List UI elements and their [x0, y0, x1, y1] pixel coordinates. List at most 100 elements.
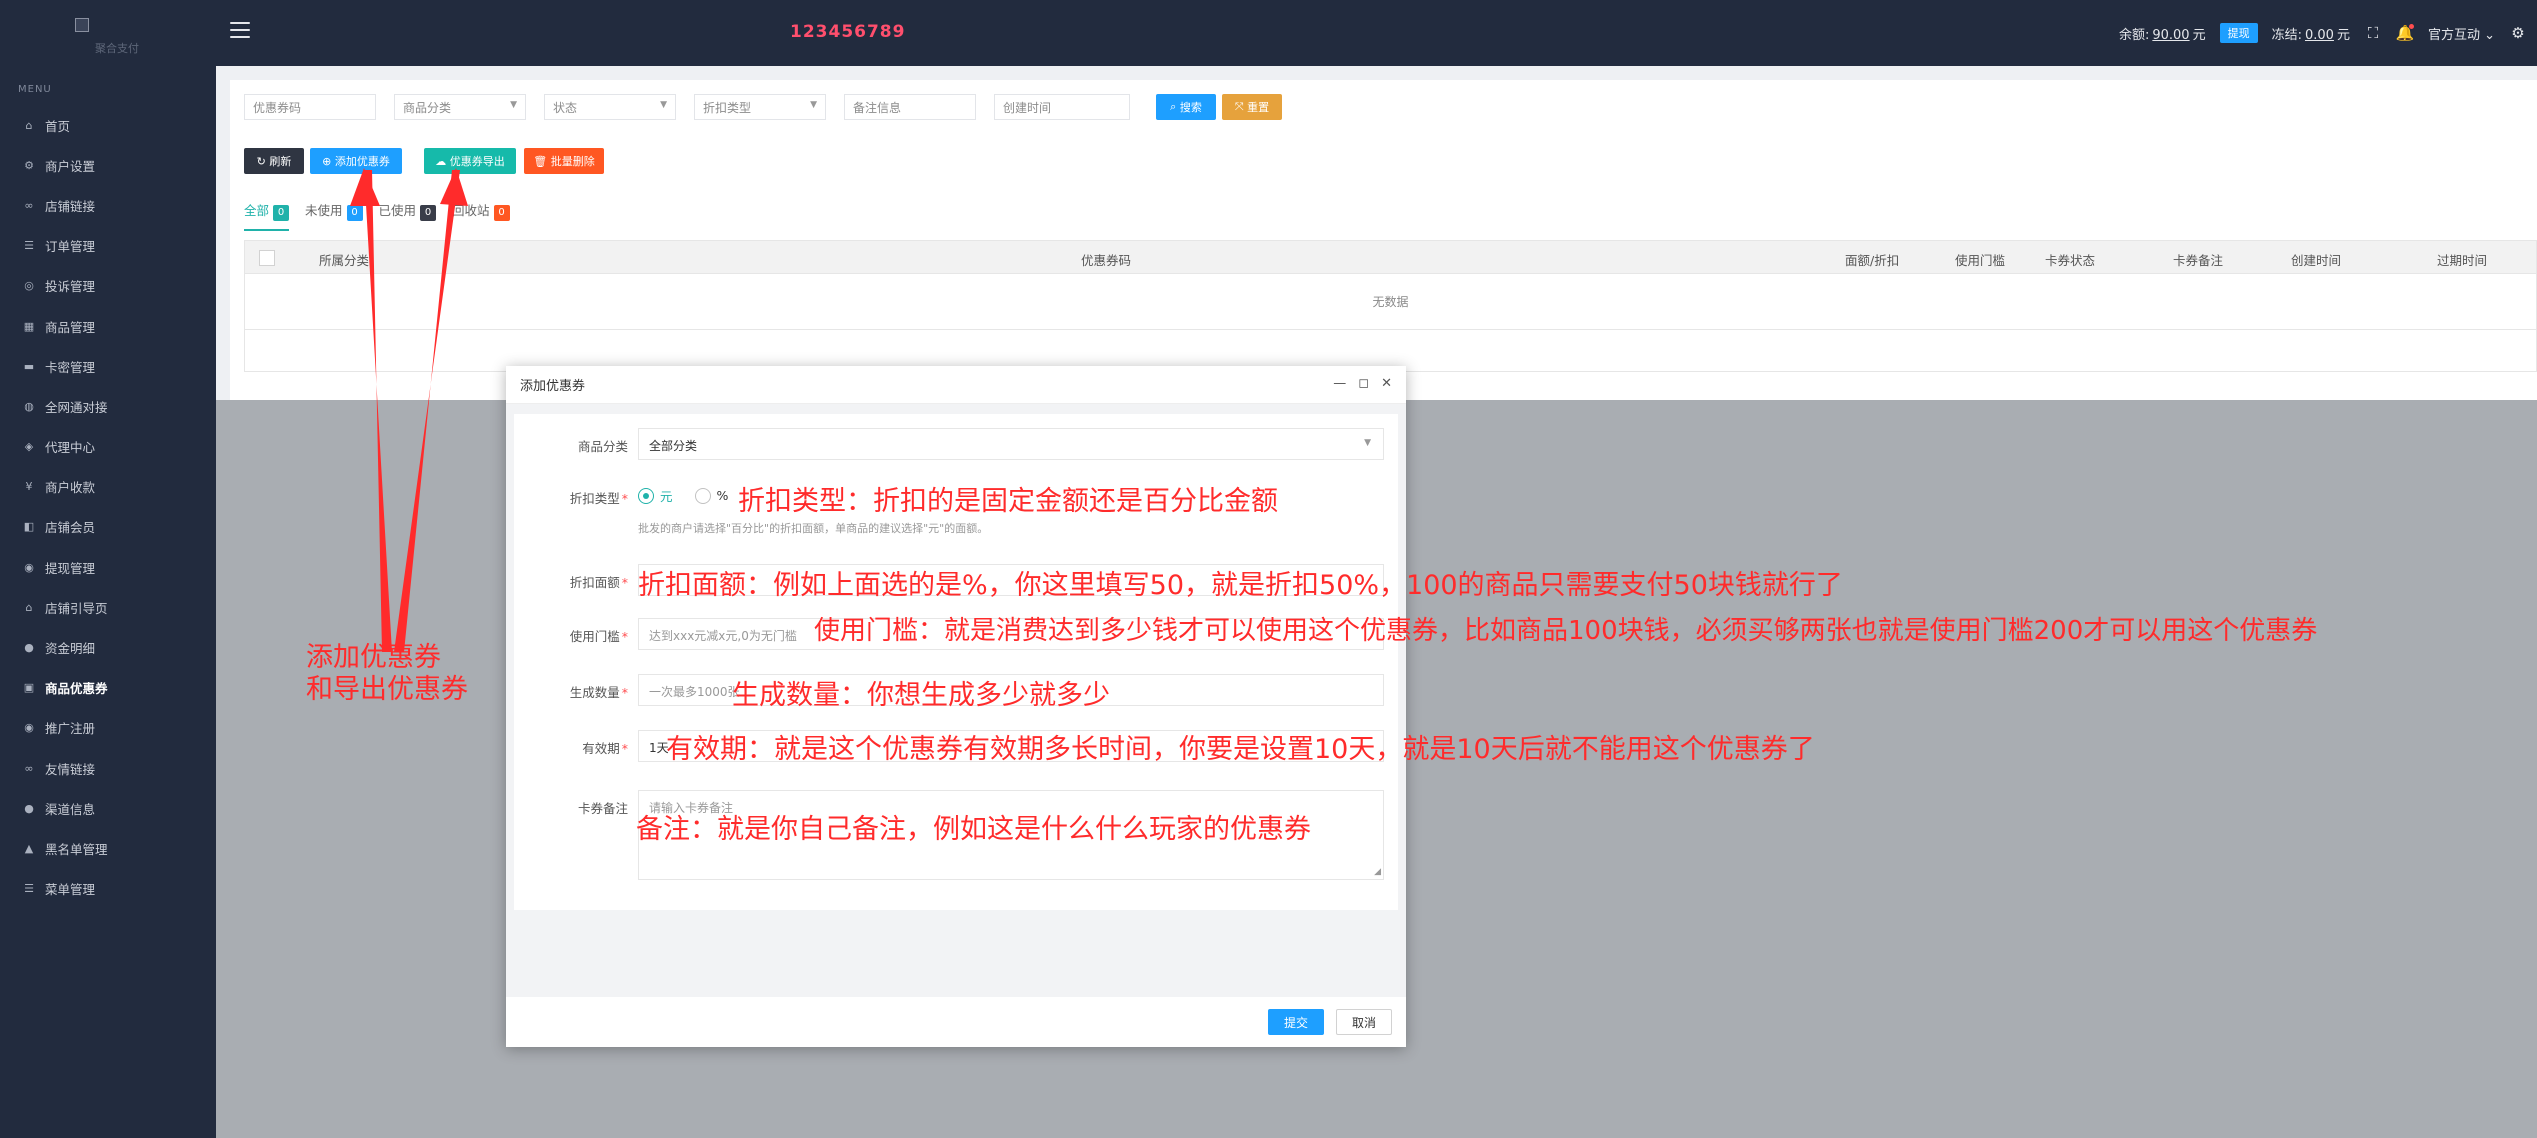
reset-icon: ⤧ [1234, 100, 1248, 113]
sidebar-item-6[interactable]: ▬ 卡密管理 [0, 346, 216, 386]
frozen-value[interactable]: 0.00 [2305, 28, 2334, 43]
sidebar-item-label: 代理中心 [45, 440, 96, 456]
tab-1[interactable]: 未使用 0 [305, 200, 363, 231]
status-select[interactable]: 状态 ▼ [544, 94, 676, 120]
top-code: 123456789 [790, 22, 906, 42]
submit-button[interactable]: 提交 [1268, 1009, 1324, 1035]
sidebar-item-1[interactable]: ⚙ 商户设置 [0, 145, 216, 185]
tab-count-badge: 0 [273, 205, 290, 221]
annotation-discount-type: 折扣类型：折扣的是固定金额还是百分比金额 [738, 486, 1278, 517]
select-all-checkbox[interactable] [259, 250, 275, 266]
user-menu[interactable]: 官方互动 ⌄ [2428, 24, 2495, 43]
category-select[interactable]: 商品分类 ▼ [394, 94, 526, 120]
created-time-input[interactable]: 创建时间 [994, 94, 1130, 120]
sidebar-item-7[interactable]: ◍ 全网通对接 [0, 386, 216, 426]
tab-label: 已使用 [378, 203, 417, 218]
sidebar-item-16[interactable]: ∞ 友情链接 [0, 748, 216, 788]
sidebar-item-label: 投诉管理 [45, 279, 96, 295]
sidebar-item-13[interactable]: ● 资金明细 [0, 627, 216, 667]
fullscreen-icon[interactable]: ⛶ [2364, 24, 2382, 42]
sidebar-menu: ⌂ 首页 ⚙ 商户设置 ∞ 店铺链接 ☰ 订单管理 ◎ 投诉管理 ▦ 商品管理 ▬ 卡密管理 ◍ 全网通对接 ◈… [0, 105, 216, 909]
sidebar-item-3[interactable]: ☰ 订单管理 [0, 226, 216, 266]
sidebar-item-12[interactable]: ⌂ 店铺引导页 [0, 587, 216, 627]
sidebar-item-2[interactable]: ∞ 店铺链接 [0, 185, 216, 225]
category-dropdown[interactable]: 全部分类 ▼ [638, 428, 1384, 460]
label-threshold: 使用门槛 * [569, 629, 628, 644]
tab-2[interactable]: 已使用 0 [379, 200, 437, 231]
sidebar-item-18[interactable]: ▲ 黑名单管理 [0, 828, 216, 868]
balance-value[interactable]: 90.00 [2152, 28, 2189, 43]
sidebar-item-11[interactable]: ◉ 提现管理 [0, 547, 216, 587]
annotation-remark: 备注：就是你自己备注，例如这是什么什么玩家的优惠券 [636, 814, 1311, 845]
sidebar-item-17[interactable]: ● 渠道信息 [0, 788, 216, 828]
shield-icon: ◈ [24, 440, 34, 454]
add-coupon-button[interactable]: ⊕ 添加优惠券 [310, 148, 402, 174]
sidebar-item-14[interactable]: ▣ 商品优惠券 [0, 668, 216, 708]
broken-image-icon [75, 18, 89, 32]
store-icon: ⌂ [25, 600, 33, 614]
th-remark: 卡券备注 [2173, 253, 2224, 268]
sidebar-item-label: 提现管理 [45, 560, 96, 576]
tab-count-badge: 0 [493, 205, 510, 221]
remark-input[interactable]: 备注信息 [844, 94, 976, 120]
radio-percent[interactable]: % [694, 486, 728, 505]
radio-yuan[interactable]: 元 [638, 486, 673, 505]
th-status: 卡券状态 [2045, 253, 2096, 268]
frozen: 冻结: 0.00 元 [2271, 27, 2350, 43]
close-icon[interactable]: ✕ [1381, 376, 1392, 391]
tab-label: 全部 [244, 203, 270, 218]
coupon-code-input[interactable]: 优惠券码 [244, 94, 376, 120]
tab-label: 回收站 [452, 203, 490, 218]
sidebar-item-8[interactable]: ◈ 代理中心 [0, 427, 216, 467]
th-coupon-code: 优惠券码 [1081, 253, 1132, 268]
label-quantity: 生成数量 * [569, 685, 628, 700]
batch-delete-button[interactable]: 🗑 批量删除 [524, 148, 604, 174]
export-coupon-button[interactable]: ☁ 优惠券导出 [424, 148, 516, 174]
sidebar-item-0[interactable]: ⌂ 首页 [0, 105, 216, 145]
tab-3[interactable]: 回收站 0 [452, 200, 510, 231]
chevron-down-icon: ▼ [660, 100, 667, 110]
sidebar-item-label: 店铺链接 [45, 198, 96, 214]
annotation-amount: 折扣面额：例如上面选的是%，你这里填写50，就是折扣50%，100的商品只需要支… [638, 570, 1843, 601]
sidebar-item-19[interactable]: ☰ 菜单管理 [0, 869, 216, 909]
headset-icon: ◎ [24, 279, 34, 293]
discount-type-select[interactable]: 折扣类型 ▼ [694, 94, 826, 120]
resize-handle-icon[interactable]: ◢ [1374, 867, 1381, 877]
bell-icon[interactable]: 🔔 [2396, 24, 2414, 42]
search-button[interactable]: ⌕ 搜索 [1156, 94, 1216, 120]
label-amount: 折扣面额 * [569, 575, 628, 590]
topbar: 123456789 余额: 90.00 元 提现 冻结: 0.00 元 ⛶ 🔔 官方互动… [216, 0, 2537, 66]
discount-hint: 批发的商户请选择"百分比"的折扣面额，单商品的建议选择"元"的面额。 [638, 522, 989, 535]
coupon-panel: 优惠券码 商品分类 ▼ 状态 ▼ 折扣类型 ▼ 备注信息 创建时间 ⌕ 搜索 ⤧ 重置… [230, 80, 2537, 402]
logo[interactable]: 聚合支付 [0, 0, 216, 56]
withdraw-button[interactable]: 提现 [2219, 23, 2258, 43]
gear-icon[interactable]: ⚙ [2509, 24, 2527, 42]
sidebar-item-label: 店铺引导页 [45, 600, 108, 616]
cancel-button[interactable]: 取消 [1336, 1009, 1392, 1035]
sidebar-item-15[interactable]: ◉ 推广注册 [0, 708, 216, 748]
card-icon: ▬ [23, 359, 35, 373]
chevron-down-icon: ▼ [510, 100, 517, 110]
money-icon: ¥ [25, 480, 33, 494]
modal-title: 添加优惠券 [520, 379, 586, 394]
th-threshold: 使用门槛 [1955, 253, 2006, 268]
table-header: 所属分类 优惠券码 面额/折扣 使用门槛 卡券状态 卡券备注 创建时间 过期时间 [244, 240, 2537, 274]
sidebar-item-5[interactable]: ▦ 商品管理 [0, 306, 216, 346]
hamburger-icon[interactable] [230, 22, 250, 42]
modal-header: 添加优惠券 — ◻ ✕ [506, 366, 1406, 404]
sidebar-item-label: 菜单管理 [45, 882, 96, 898]
sidebar-item-label: 全网通对接 [45, 399, 108, 415]
refresh-button[interactable]: ↻ 刷新 [244, 148, 304, 174]
sidebar-item-10[interactable]: ◧ 店铺会员 [0, 507, 216, 547]
minimize-icon[interactable]: — [1333, 376, 1346, 391]
maximize-icon[interactable]: ◻ [1358, 376, 1369, 391]
balance: 余额: 90.00 元 [2118, 27, 2206, 43]
gear-icon: ⚙ [24, 158, 34, 172]
logo-subtitle: 聚合支付 [95, 42, 139, 55]
tab-0[interactable]: 全部 0 [244, 200, 290, 231]
sidebar-item-9[interactable]: ¥ 商户收款 [0, 467, 216, 507]
search-icon: ⌕ [1170, 100, 1180, 113]
reset-button[interactable]: ⤧ 重置 [1222, 94, 1282, 120]
sidebar-item-4[interactable]: ◎ 投诉管理 [0, 266, 216, 306]
chevron-down-icon: ▼ [1364, 438, 1371, 448]
